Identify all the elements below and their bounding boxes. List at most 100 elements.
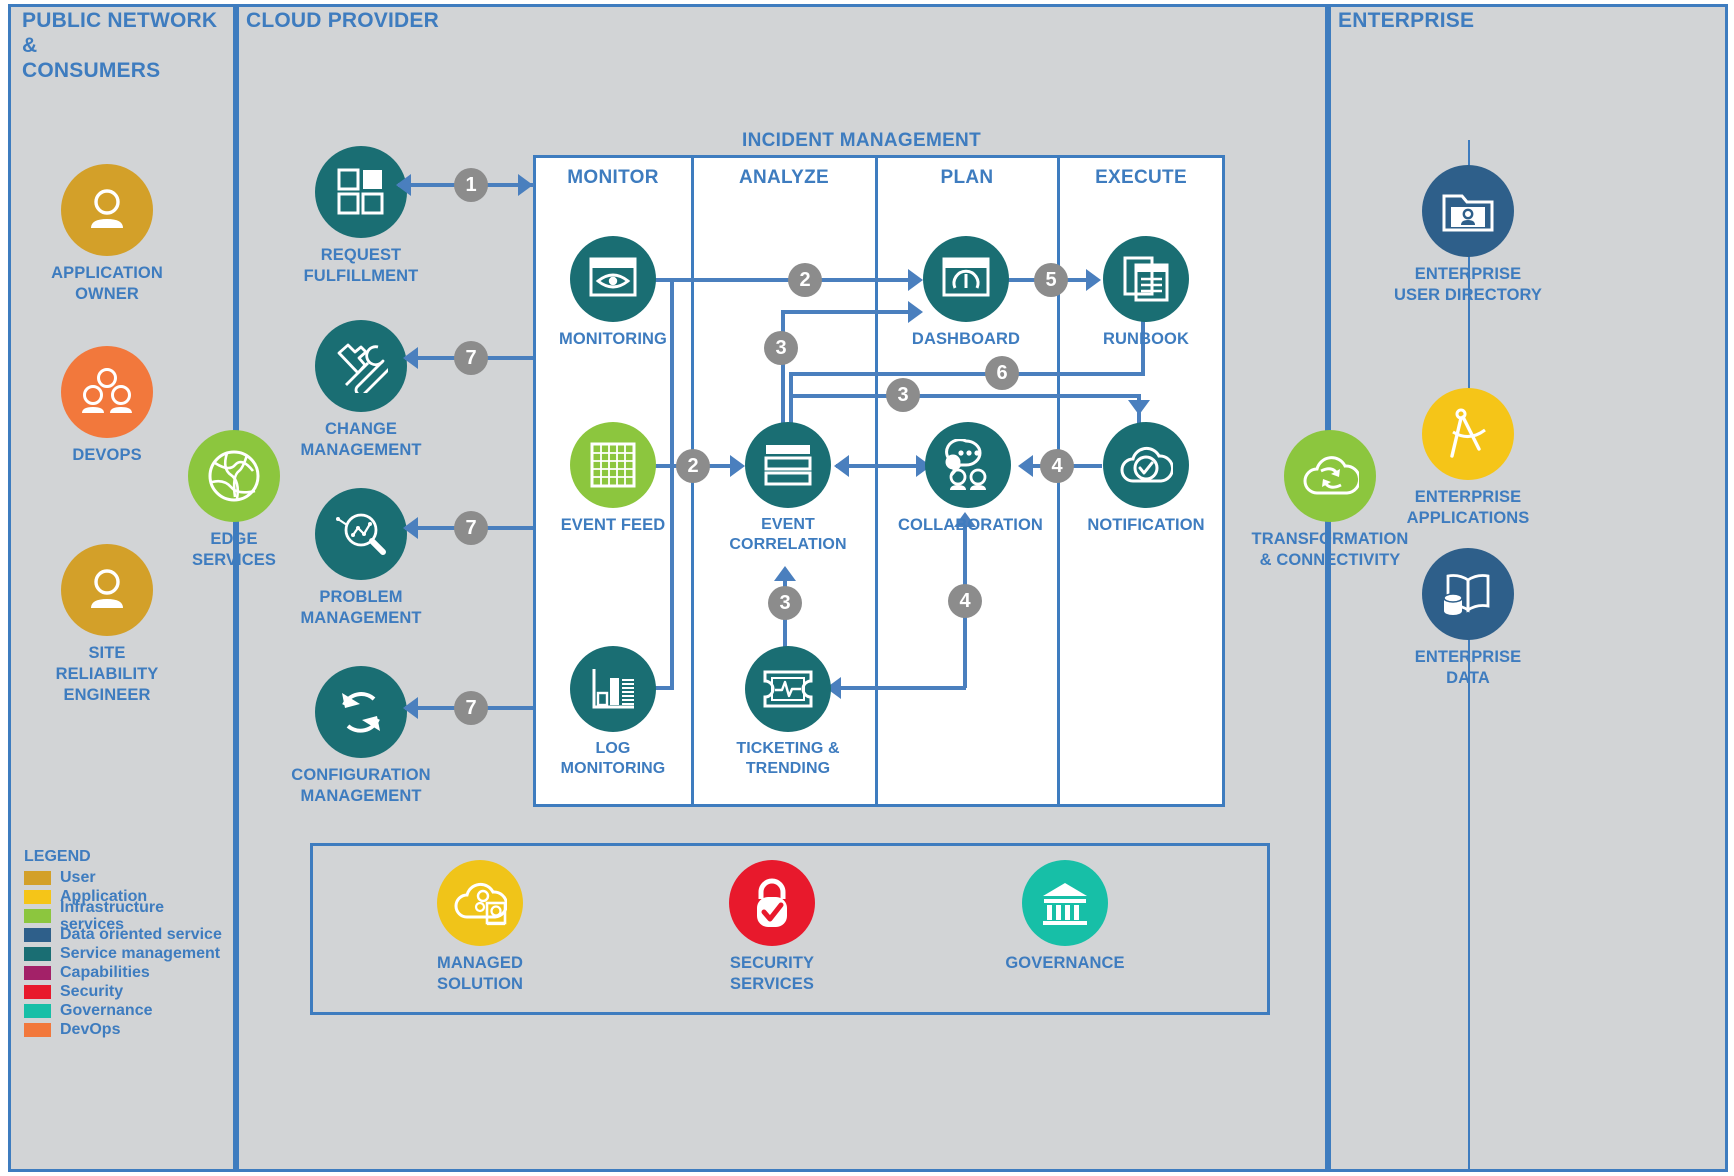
legend-item: Capabilities [24, 963, 224, 982]
node-monitoring[interactable]: MONITORING [545, 236, 681, 350]
legend-item: User [24, 868, 224, 887]
book-database-glyph [1443, 574, 1490, 615]
node-collaboration[interactable]: COLLABORATION [898, 422, 1043, 536]
legend-label: Security [60, 983, 124, 1000]
node-label: DASHBOARD [911, 330, 1021, 348]
compass-glyph [1450, 408, 1486, 458]
grid-table-icon [570, 422, 656, 508]
legend-label: Data oriented service [60, 926, 222, 943]
connector-runbook-return-6 [789, 372, 1145, 376]
connector-correlation-to-dashboard-3 [781, 310, 917, 314]
node-runbook[interactable]: RUNBOOK [1078, 236, 1214, 350]
node-label: MANAGED SOLUTION [436, 954, 524, 993]
node-label: PROBLEM MANAGEMENT [300, 588, 422, 627]
ticket-pulse-glyph [763, 670, 813, 708]
node-governance[interactable]: GOVERNANCE [985, 860, 1145, 974]
node-label: NOTIFICATION [1087, 516, 1205, 534]
cloud-check-glyph [1120, 446, 1173, 483]
connector-monitoring-to-dashboard [650, 278, 916, 282]
incident-management-title: INCIDENT MANAGEMENT [742, 130, 981, 151]
node-change-management[interactable]: CHANGE MANAGEMENT [286, 320, 436, 461]
arrow-left-7b [403, 517, 418, 539]
node-managed-solution[interactable]: MANAGED SOLUTION [400, 860, 560, 995]
flow-badge-5: 5 [1034, 263, 1068, 297]
cloud-sync-icon [1284, 430, 1376, 522]
node-label: EVENT FEED [560, 516, 666, 534]
node-notification[interactable]: NOTIFICATION [1078, 422, 1214, 536]
node-dashboard[interactable]: DASHBOARD [898, 236, 1034, 350]
zone-public-network-title: PUBLIC NETWORK & CONSUMERS [22, 9, 218, 82]
connector-correlation-up-3 [781, 310, 785, 440]
column-header-execute: EXECUTE [1095, 167, 1187, 188]
arrow-up-3c [774, 566, 796, 581]
legend-item: Infrastructure services [24, 899, 224, 933]
legend-label: DevOps [60, 1021, 121, 1038]
node-event-feed[interactable]: EVENT FEED [545, 422, 681, 536]
user-folder-glyph [1442, 194, 1494, 232]
legend-label: Service management [60, 945, 221, 962]
zone-enterprise-title: ENTERPRISE [1338, 9, 1475, 32]
node-event-correlation[interactable]: EVENT CORRELATION [720, 422, 856, 555]
tiles-icon [315, 146, 407, 238]
node-label: GOVERNANCE [1005, 954, 1125, 972]
flow-badge-6: 6 [985, 356, 1019, 390]
column-divider-2 [875, 155, 878, 807]
legend-swatch-security [24, 984, 51, 999]
single-user-glyph [91, 569, 123, 608]
user-group-icon [61, 346, 153, 438]
flow-badge-2b: 2 [676, 449, 710, 483]
flow-badge-3c: 3 [768, 586, 802, 620]
node-problem-management[interactable]: PROBLEM MANAGEMENT [286, 488, 436, 629]
compass-icon [1422, 388, 1514, 480]
node-label: SITE RELIABILITY ENGINEER [55, 644, 159, 704]
legend-item: DevOps [24, 1020, 224, 1039]
node-application-owner[interactable]: APPLICATION OWNER [37, 164, 177, 305]
bank-columns-icon [1022, 860, 1108, 946]
node-enterprise-applications[interactable]: ENTERPRISE APPLICATIONS [1380, 388, 1556, 529]
node-site-reliability-engineer[interactable]: SITE RELIABILITY ENGINEER [37, 544, 177, 706]
diagram-canvas: PUBLIC NETWORK & CONSUMERS CLOUD PROVIDE… [0, 0, 1734, 1176]
eye-monitor-glyph [589, 257, 637, 297]
legend-swatch-governance [24, 1003, 51, 1018]
node-log-monitoring[interactable]: LOG MONITORING [545, 646, 681, 779]
eye-monitor-icon [570, 236, 656, 322]
arrow-left-1 [396, 174, 411, 196]
node-label: LOG MONITORING [560, 740, 666, 777]
divider-edge-bottom [234, 598, 236, 1170]
chat-people-icon [925, 422, 1011, 508]
node-enterprise-user-directory[interactable]: ENTERPRISE USER DIRECTORY [1380, 165, 1556, 306]
node-label: REQUEST FULFILLMENT [303, 246, 419, 285]
tiles-glyph [337, 168, 384, 215]
node-configuration-management[interactable]: CONFIGURATION MANAGEMENT [286, 666, 436, 807]
node-edge-services[interactable]: EDGE SERVICES [168, 430, 300, 571]
legend-swatch-data-oriented [24, 927, 51, 942]
node-label: COLLABORATION [898, 516, 1043, 534]
book-database-icon [1422, 548, 1514, 640]
node-label: CONFIGURATION MANAGEMENT [291, 766, 431, 805]
bar-chart-glyph [592, 669, 634, 709]
lock-check-glyph [757, 878, 787, 927]
node-enterprise-data[interactable]: ENTERPRISE DATA [1380, 548, 1556, 689]
stacked-rows-icon [745, 422, 831, 508]
node-request-fulfillment[interactable]: REQUEST FULFILLMENT [286, 146, 436, 287]
flow-badge-2a: 2 [788, 263, 822, 297]
column-header-plan: PLAN [940, 167, 994, 188]
zone-cloud-provider-title: CLOUD PROVIDER [246, 9, 439, 32]
node-security-services[interactable]: SECURITY SERVICES [692, 860, 852, 995]
divider-edge-top [234, 60, 236, 430]
cloud-sync-glyph [1303, 456, 1359, 495]
cloud-gears-icon [437, 860, 523, 946]
cloud-gears-glyph [454, 882, 507, 926]
single-user-icon [61, 544, 153, 636]
connector-correlation-notification-3 [789, 394, 1141, 398]
node-label: ENTERPRISE USER DIRECTORY [1393, 265, 1543, 304]
node-ticketing-trending[interactable]: TICKETING & TRENDING [720, 646, 856, 779]
arrow-right-1 [518, 174, 533, 196]
flow-badge-1: 1 [454, 168, 488, 202]
hammer-wrench-icon [315, 320, 407, 412]
node-devops[interactable]: DEVOPS [37, 346, 177, 466]
documents-icon [1103, 236, 1189, 322]
stacked-rows-glyph [764, 445, 812, 486]
node-label: DEVOPS [72, 446, 142, 464]
connector-to-ticketing-4 [838, 686, 966, 690]
